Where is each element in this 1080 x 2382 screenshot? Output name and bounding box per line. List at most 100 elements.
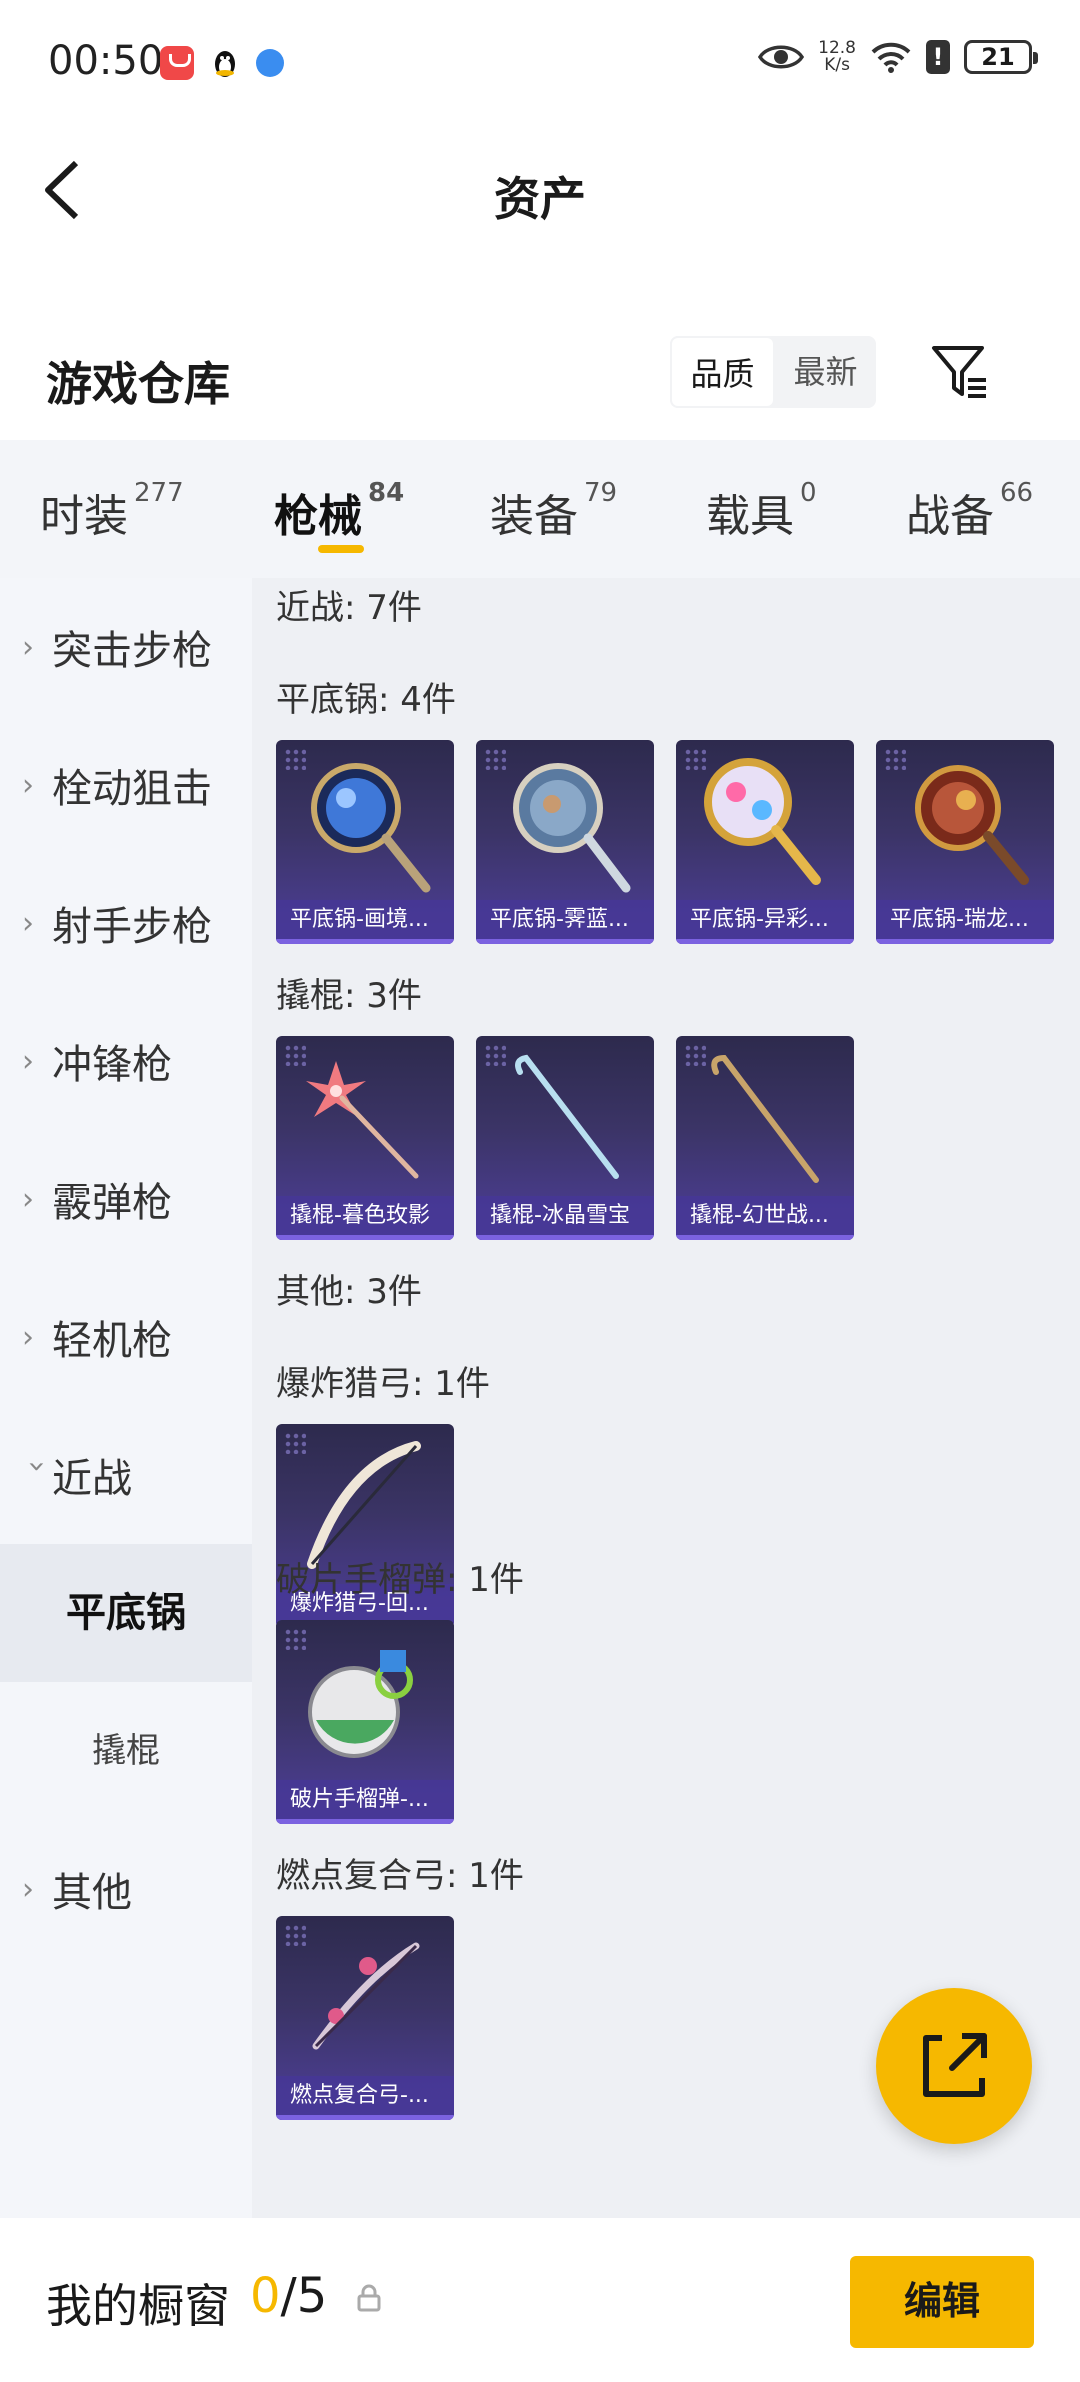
browser-app-icon [256,49,284,77]
tab-firearms[interactable]: 枪械 84 [274,478,405,544]
item-card[interactable]: 撬棍-冰晶雪宝 [476,1036,654,1240]
sidebar-item-lmg[interactable]: › 轻机枪 [0,1268,252,1406]
alert-icon: ! [926,40,950,74]
item-card[interactable]: 平底锅-瑞龙... [876,740,1054,944]
showcase-total-count: 5 [296,2268,328,2324]
frying-pan-icon [513,763,631,893]
item-name: 撬棍-冰晶雪宝 [476,1196,654,1240]
sidebar-item-label: 冲锋枪 [52,1042,172,1088]
compound-bow-icon [312,1942,420,2050]
chevron-right-icon: › [22,1319,34,1355]
item-name: 平底锅-霁蓝... [476,900,654,944]
item-card[interactable]: 破片手榴弹-... [276,1620,454,1824]
chevron-right-icon: › [22,905,34,941]
item-name: 撬棍-幻世战... [676,1196,854,1240]
sort-latest-button[interactable]: 最新 [775,336,876,408]
section-header-bow: 爆炸猎弓: 1件 [276,1364,490,1404]
status-indicators: 12.8 K/s ! 21 [758,40,1038,74]
tab-label: 战备 [906,491,994,542]
lock-icon [357,2284,381,2312]
sidebar-item-shotgun[interactable]: › 霰弹枪 [0,1130,252,1268]
share-button[interactable] [876,1988,1032,2144]
sidebar-item-label: 突击步枪 [52,628,212,674]
chevron-right-icon: › [22,1043,34,1079]
section-header-compound-bow: 燃点复合弓: 1件 [276,1856,524,1896]
section-header-pan: 平底锅: 4件 [276,680,456,720]
filter-button[interactable] [930,342,990,402]
item-card[interactable]: 撬棍-暮色玫影 [276,1036,454,1240]
warehouse-title: 游戏仓库 [46,357,230,411]
sidebar-item-label: 栓动狙击 [52,766,212,812]
edit-button[interactable]: 编辑 [850,2256,1034,2348]
tab-count: 66 [1000,478,1034,508]
qq-penguin-icon [208,46,242,80]
item-name: 平底锅-异彩... [676,900,854,944]
sort-quality-button[interactable]: 品质 [670,336,775,408]
item-name: 平底锅-画境... [276,900,454,944]
section-header-other: 其他: 3件 [276,1272,422,1312]
item-name: 破片手榴弹-... [276,1780,454,1824]
grenade-icon [308,1650,413,1758]
sidebar-item-marksman-rifle[interactable]: › 射手步枪 [0,854,252,992]
item-card[interactable]: 平底锅-异彩... [676,740,854,944]
status-time: 00:50 [48,38,164,84]
showcase-count-separator: / [280,2268,297,2324]
bottom-bar: 我的橱窗 0/5 编辑 [0,2218,1080,2382]
section-header-grenade: 破片手榴弹: 1件 [276,1560,524,1600]
item-card[interactable]: 平底锅-霁蓝... [476,740,654,944]
nav-header: 资产 [0,125,1080,255]
sidebar: › 突击步枪 › 栓动狙击 › 射手步枪 › 冲锋枪 › 霰弹枪 › 轻机枪 › 近战 平底锅… [0,578,252,2218]
chevron-right-icon: › [22,1181,34,1217]
sidebar-item-label: 霰弹枪 [52,1180,172,1226]
sidebar-item-crowbar[interactable]: 撬棍 [0,1682,252,1820]
item-name: 撬棍-暮色玫影 [276,1196,454,1240]
sidebar-item-label: 近战 [52,1456,132,1502]
tab-fashion[interactable]: 时装 277 [40,478,184,544]
sidebar-item-frying-pan[interactable]: 平底锅 [0,1544,252,1682]
category-tabs: 时装 277 枪械 84 装备 79 载具 0 战备 66 [0,440,1080,578]
frying-pan-icon [704,758,821,885]
tab-count: 277 [134,478,184,508]
tab-count: 0 [800,478,817,508]
frying-pan-icon [311,763,431,893]
network-speed: 12.8 K/s [818,40,856,74]
chevron-right-icon: › [22,1871,34,1907]
chevron-down-icon: › [19,1460,55,1472]
frying-pan-icon [915,765,1029,885]
chevron-right-icon: › [22,767,34,803]
tab-label: 装备 [490,491,578,542]
active-tab-indicator [318,545,364,553]
item-grid-panel[interactable]: 近战: 7件 平底锅: 4件 平底锅-画境... 平底锅-霁蓝... 平底锅-异… [252,578,1080,2218]
filter-icon [932,346,986,398]
sidebar-item-label: 轻机枪 [52,1318,172,1364]
tab-supplies[interactable]: 战备 66 [906,478,1034,544]
item-card[interactable]: 燃点复合弓-... [276,1916,454,2120]
tab-label: 时装 [40,491,128,542]
crowbar-icon [711,1054,819,1183]
sidebar-item-smg[interactable]: › 冲锋枪 [0,992,252,1130]
speed-unit: K/s [824,55,850,75]
sidebar-item-melee[interactable]: › 近战 [0,1406,252,1544]
share-icon [923,2033,987,2097]
tab-vehicles[interactable]: 载具 0 [706,478,817,544]
sidebar-item-bolt-sniper[interactable]: › 栓动狙击 [0,716,252,854]
item-card[interactable]: 撬棍-幻世战... [676,1036,854,1240]
item-name: 平底锅-瑞龙... [876,900,1054,944]
chevron-right-icon: › [22,629,34,665]
item-name: 燃点复合弓-... [276,2076,454,2120]
tab-equipment[interactable]: 装备 79 [490,478,617,544]
wifi-icon [871,42,911,73]
section-header-crowbar: 撬棍: 3件 [276,976,422,1016]
item-card[interactable]: 平底锅-画境... [276,740,454,944]
warehouse-header: 游戏仓库 品质 最新 [0,320,1080,440]
sort-toggle: 品质 最新 [670,336,876,408]
section-header-melee: 近战: 7件 [276,588,422,628]
crowbar-icon [306,1061,419,1179]
showcase-count: 0/5 [250,2268,327,2324]
tab-label: 载具 [706,491,794,542]
tab-count: 84 [368,478,405,508]
sidebar-item-label: 其他 [52,1870,132,1916]
sidebar-item-assault-rifle[interactable]: › 突击步枪 [0,578,252,716]
sidebar-item-other[interactable]: › 其他 [0,1820,252,1958]
shopping-app-icon [160,46,194,80]
